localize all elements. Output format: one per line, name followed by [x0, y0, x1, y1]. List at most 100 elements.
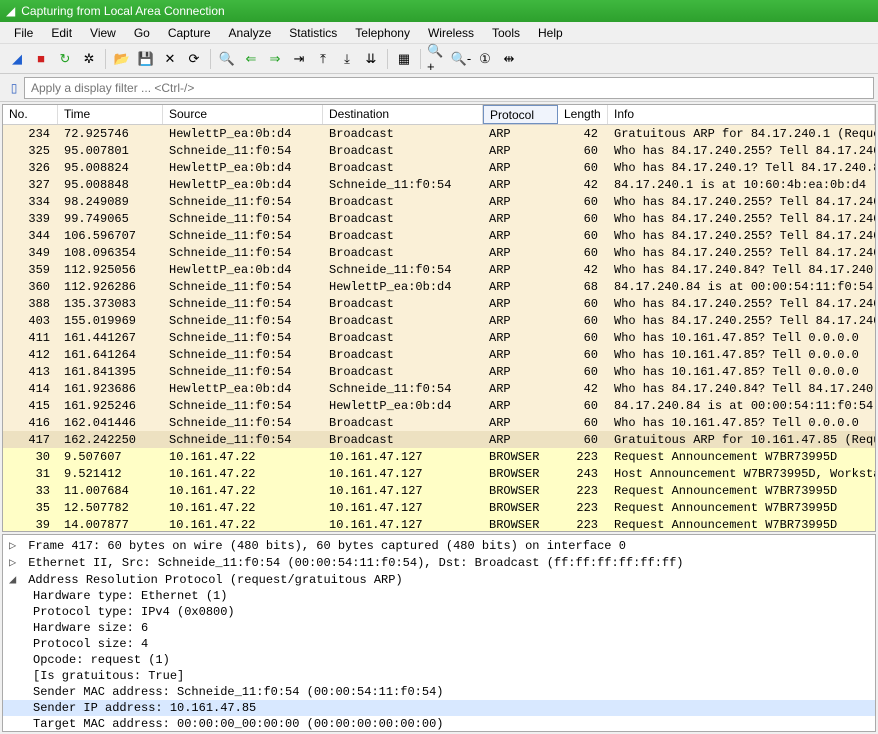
packet-row[interactable]: 32695.008824HewlettP_ea:0b:d4BroadcastAR… — [3, 159, 875, 176]
zoom-reset-icon[interactable]: ① — [474, 48, 496, 70]
cell-protocol: BROWSER — [483, 501, 558, 515]
col-header-no[interactable]: No. — [3, 105, 58, 124]
packet-list[interactable]: No. Time Source Destination Protocol Len… — [2, 104, 876, 532]
col-header-destination[interactable]: Destination — [323, 105, 483, 124]
packet-row[interactable]: 413161.841395Schneide_11:f0:54BroadcastA… — [3, 363, 875, 380]
zoom-in-icon[interactable]: 🔍+ — [426, 48, 448, 70]
detail-row[interactable]: [Is gratuitous: True] — [3, 668, 875, 684]
col-header-source[interactable]: Source — [163, 105, 323, 124]
menu-file[interactable]: File — [6, 24, 41, 42]
open-file-icon[interactable]: 📂 — [111, 48, 133, 70]
first-packet-icon[interactable]: ⤒ — [312, 48, 334, 70]
detail-row[interactable]: Protocol size: 4 — [3, 636, 875, 652]
menu-telephony[interactable]: Telephony — [347, 24, 418, 42]
packet-row[interactable]: 309.50760710.161.47.2210.161.47.127BROWS… — [3, 448, 875, 465]
cell-length: 60 — [558, 416, 608, 430]
packet-row[interactable]: 417162.242250Schneide_11:f0:54BroadcastA… — [3, 431, 875, 448]
cell-length: 42 — [558, 178, 608, 192]
col-header-info[interactable]: Info — [608, 105, 875, 124]
cell-source: 10.161.47.22 — [163, 501, 323, 515]
packet-row[interactable]: 33999.749065Schneide_11:f0:54BroadcastAR… — [3, 210, 875, 227]
packet-row[interactable]: 388135.373083Schneide_11:f0:54BroadcastA… — [3, 295, 875, 312]
detail-row[interactable]: Opcode: request (1) — [3, 652, 875, 668]
menu-analyze[interactable]: Analyze — [221, 24, 280, 42]
packet-row[interactable]: 32595.007801Schneide_11:f0:54BroadcastAR… — [3, 142, 875, 159]
detail-row[interactable]: ▷ Frame 417: 60 bytes on wire (480 bits)… — [3, 537, 875, 554]
menu-view[interactable]: View — [82, 24, 124, 42]
display-filter-input[interactable] — [24, 77, 874, 99]
detail-text: Hardware size: 6 — [33, 621, 148, 635]
menu-go[interactable]: Go — [126, 24, 158, 42]
find-packet-icon[interactable]: 🔍 — [216, 48, 238, 70]
capture-options-icon[interactable]: ✲ — [78, 48, 100, 70]
packet-row[interactable]: 415161.925246Schneide_11:f0:54HewlettP_e… — [3, 397, 875, 414]
cell-no: 388 — [3, 297, 58, 311]
col-header-length[interactable]: Length — [558, 105, 608, 124]
packet-row[interactable]: 416162.041446Schneide_11:f0:54BroadcastA… — [3, 414, 875, 431]
cell-protocol: BROWSER — [483, 484, 558, 498]
packet-row[interactable]: 411161.441267Schneide_11:f0:54BroadcastA… — [3, 329, 875, 346]
packet-row[interactable]: 412161.641264Schneide_11:f0:54BroadcastA… — [3, 346, 875, 363]
detail-row[interactable]: Sender MAC address: Schneide_11:f0:54 (0… — [3, 684, 875, 700]
packet-row[interactable]: 360112.926286Schneide_11:f0:54HewlettP_e… — [3, 278, 875, 295]
reload-icon[interactable]: ⟳ — [183, 48, 205, 70]
packet-row[interactable]: 349108.096354Schneide_11:f0:54BroadcastA… — [3, 244, 875, 261]
cell-source: 10.161.47.22 — [163, 484, 323, 498]
packet-row[interactable]: 3311.00768410.161.47.2210.161.47.127BROW… — [3, 482, 875, 499]
cell-destination: 10.161.47.127 — [323, 484, 483, 498]
menu-wireless[interactable]: Wireless — [420, 24, 482, 42]
restart-capture-icon[interactable]: ↻ — [54, 48, 76, 70]
expand-icon[interactable]: ◢ — [9, 572, 21, 587]
cell-time: 9.507607 — [58, 450, 163, 464]
col-header-time[interactable]: Time — [58, 105, 163, 124]
packet-row[interactable]: 32795.008848HewlettP_ea:0b:d4Schneide_11… — [3, 176, 875, 193]
stop-capture-icon[interactable]: ■ — [30, 48, 52, 70]
save-file-icon[interactable]: 💾 — [135, 48, 157, 70]
expand-icon[interactable]: ▷ — [9, 538, 21, 553]
detail-row[interactable]: Hardware type: Ethernet (1) — [3, 588, 875, 604]
detail-row[interactable]: Protocol type: IPv4 (0x0800) — [3, 604, 875, 620]
packet-rows[interactable]: 23472.925746HewlettP_ea:0b:d4BroadcastAR… — [3, 125, 875, 531]
last-packet-icon[interactable]: ⤓ — [336, 48, 358, 70]
packet-row[interactable]: 414161.923686HewlettP_ea:0b:d4Schneide_1… — [3, 380, 875, 397]
detail-row[interactable]: Sender IP address: 10.161.47.85 — [3, 700, 875, 716]
detail-row[interactable]: Hardware size: 6 — [3, 620, 875, 636]
detail-text: Target MAC address: 00:00:00_00:00:00 (0… — [33, 717, 443, 731]
detail-text: Ethernet II, Src: Schneide_11:f0:54 (00:… — [28, 556, 683, 570]
packet-row[interactable]: 359112.925056HewlettP_ea:0b:d4Schneide_1… — [3, 261, 875, 278]
goto-packet-icon[interactable]: ⇥ — [288, 48, 310, 70]
packet-row[interactable]: 33498.249089Schneide_11:f0:54BroadcastAR… — [3, 193, 875, 210]
next-packet-icon[interactable]: ⇒ — [264, 48, 286, 70]
expand-icon[interactable]: ▷ — [9, 555, 21, 570]
auto-scroll-icon[interactable]: ⇊ — [360, 48, 382, 70]
detail-row[interactable]: ▷ Ethernet II, Src: Schneide_11:f0:54 (0… — [3, 554, 875, 571]
prev-packet-icon[interactable]: ⇐ — [240, 48, 262, 70]
cell-protocol: ARP — [483, 331, 558, 345]
col-header-protocol[interactable]: Protocol — [483, 105, 558, 124]
colorize-icon[interactable]: ▦ — [393, 48, 415, 70]
resize-columns-icon[interactable]: ⇹ — [498, 48, 520, 70]
close-file-icon[interactable]: ✕ — [159, 48, 181, 70]
packet-row[interactable]: 23472.925746HewlettP_ea:0b:d4BroadcastAR… — [3, 125, 875, 142]
cell-info: Who has 10.161.47.85? Tell 0.0.0.0 — [608, 416, 875, 430]
menu-edit[interactable]: Edit — [43, 24, 80, 42]
detail-row[interactable]: ◢ Address Resolution Protocol (request/g… — [3, 571, 875, 588]
detail-row[interactable]: Target MAC address: 00:00:00_00:00:00 (0… — [3, 716, 875, 732]
menu-capture[interactable]: Capture — [160, 24, 219, 42]
cell-info: Gratuitous ARP for 10.161.47.85 (Request… — [608, 433, 875, 447]
packet-row[interactable]: 344106.596707Schneide_11:f0:54BroadcastA… — [3, 227, 875, 244]
menu-help[interactable]: Help — [530, 24, 571, 42]
menu-tools[interactable]: Tools — [484, 24, 528, 42]
cell-time: 161.923686 — [58, 382, 163, 396]
packet-row[interactable]: 403155.019969Schneide_11:f0:54BroadcastA… — [3, 312, 875, 329]
cell-info: Who has 84.17.240.255? Tell 84.17.240.84 — [608, 195, 875, 209]
packet-details[interactable]: ▷ Frame 417: 60 bytes on wire (480 bits)… — [2, 534, 876, 732]
packet-row[interactable]: 3512.50778210.161.47.2210.161.47.127BROW… — [3, 499, 875, 516]
zoom-out-icon[interactable]: 🔍- — [450, 48, 472, 70]
filter-bookmark-icon[interactable]: ▯ — [4, 81, 24, 95]
packet-row[interactable]: 3914.00787710.161.47.2210.161.47.127BROW… — [3, 516, 875, 531]
cell-no: 39 — [3, 518, 58, 532]
start-capture-icon[interactable]: ◢ — [6, 48, 28, 70]
menu-statistics[interactable]: Statistics — [281, 24, 345, 42]
packet-row[interactable]: 319.52141210.161.47.2210.161.47.127BROWS… — [3, 465, 875, 482]
